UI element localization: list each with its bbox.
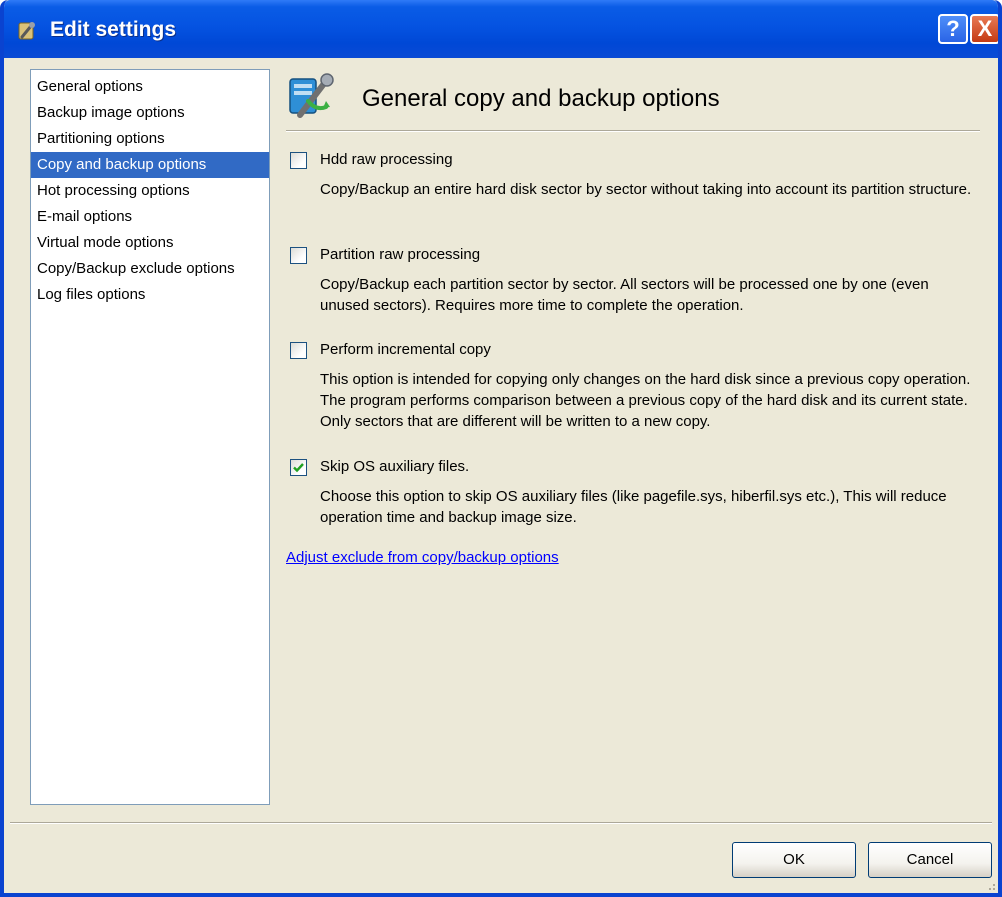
settings-wrench-icon <box>18 22 35 40</box>
settings-category-list[interactable]: General options Backup image options Par… <box>30 69 270 805</box>
partition-raw-processing-label[interactable]: Partition raw processing <box>320 246 480 263</box>
partition-raw-processing-checkbox[interactable] <box>290 247 307 264</box>
sidebar-item-log-files-options[interactable]: Log files options <box>31 282 269 308</box>
page-title: General copy and backup options <box>362 85 720 112</box>
partition-raw-processing-description: Copy/Backup each partition sector by sec… <box>320 276 929 314</box>
cancel-button[interactable]: Cancel <box>868 842 992 878</box>
help-button[interactable]: ? <box>938 14 968 44</box>
sidebar-item-email-options[interactable]: E-mail options <box>31 204 269 230</box>
perform-incremental-copy-description: This option is intended for copying only… <box>320 371 971 430</box>
window-title: Edit settings <box>50 18 177 41</box>
sidebar-item-copy-backup-exclude-options[interactable]: Copy/Backup exclude options <box>31 256 269 282</box>
skip-os-auxiliary-files-description: Choose this option to skip OS auxiliary … <box>320 488 947 526</box>
edit-settings-window: Edit settings ? X General options Backup… <box>0 0 1002 897</box>
adjust-exclude-options-link[interactable]: Adjust exclude from copy/backup options <box>286 549 559 566</box>
title-bar[interactable]: Edit settings ? X <box>4 0 998 58</box>
sidebar-item-copy-and-backup-options[interactable]: Copy and backup options <box>31 152 269 178</box>
checkmark-icon <box>293 463 304 473</box>
perform-incremental-copy-label[interactable]: Perform incremental copy <box>320 341 491 358</box>
copy-backup-options-icon <box>289 73 334 118</box>
hdd-raw-processing-description: Copy/Backup an entire hard disk sector b… <box>320 181 972 198</box>
sidebar-item-virtual-mode-options[interactable]: Virtual mode options <box>31 230 269 256</box>
hdd-raw-processing-label[interactable]: Hdd raw processing <box>320 151 453 168</box>
header-divider <box>286 130 980 132</box>
sidebar-item-backup-image-options[interactable]: Backup image options <box>31 100 269 126</box>
ok-button[interactable]: OK <box>732 842 856 878</box>
close-button[interactable]: X <box>970 14 998 44</box>
sidebar-item-partitioning-options[interactable]: Partitioning options <box>31 126 269 152</box>
perform-incremental-copy-checkbox[interactable] <box>290 342 307 359</box>
resize-grip-icon[interactable] <box>984 879 996 891</box>
skip-os-auxiliary-files-checkbox[interactable] <box>290 459 307 476</box>
sidebar-item-hot-processing-options[interactable]: Hot processing options <box>31 178 269 204</box>
footer-divider <box>10 822 992 824</box>
sidebar-item-general-options[interactable]: General options <box>31 74 269 100</box>
hdd-raw-processing-checkbox[interactable] <box>290 152 307 169</box>
skip-os-auxiliary-files-label[interactable]: Skip OS auxiliary files. <box>320 458 469 475</box>
